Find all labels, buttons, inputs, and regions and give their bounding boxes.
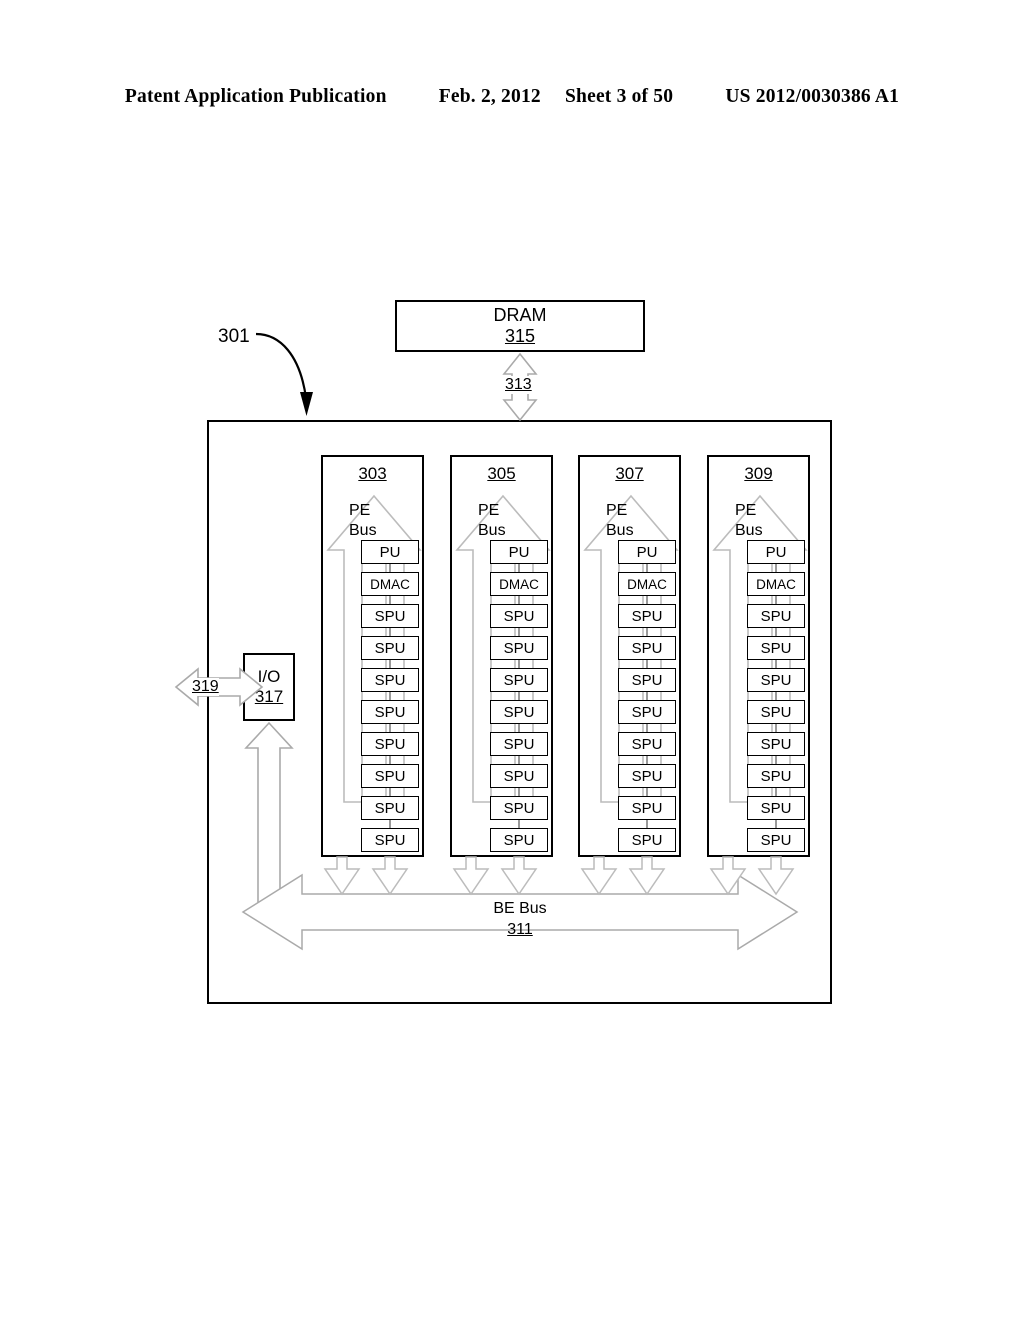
- pe-ref-label: 307: [615, 464, 644, 483]
- pe-unit-dmac: DMAC: [618, 572, 676, 596]
- pe-ref-label: 309: [744, 464, 773, 483]
- pe-unit-spu: SPU: [747, 796, 805, 820]
- pe-bus-label-group: PE Bus: [735, 501, 791, 542]
- pe-unit-spu: SPU: [361, 636, 419, 660]
- system-ref-label: 301: [218, 326, 250, 347]
- publication-date: Feb. 2, 2012: [438, 86, 541, 107]
- pe-unit-spu: SPU: [747, 828, 805, 852]
- pe-bus-label-line1: PE: [735, 502, 757, 519]
- patent-header: Patent Application Publication Feb. 2, 2…: [0, 86, 1024, 108]
- pe-unit-pu: PU: [361, 540, 419, 564]
- pe-unit-spu: SPU: [490, 796, 548, 820]
- pe-unit-spu: SPU: [490, 732, 548, 756]
- pe-unit-spu: SPU: [361, 700, 419, 724]
- pe-unit-spu: SPU: [361, 732, 419, 756]
- pe-bus-label-line2: Bus: [349, 522, 377, 540]
- pe-unit-spu: SPU: [490, 828, 548, 852]
- processor-element-309: 309 PE Bus PU DMAC SPU SPU SPU SPU SPU SPU SPU SPU: [707, 455, 810, 857]
- dram-block: DRAM 315: [395, 300, 645, 352]
- system-leader-arrow: [255, 332, 313, 416]
- pe-unit-spu: SPU: [747, 700, 805, 724]
- pe-unit-spu: SPU: [361, 828, 419, 852]
- pe-bus-label-line1: PE: [606, 502, 628, 519]
- pe-unit-spu: SPU: [361, 764, 419, 788]
- io-ref: 317: [254, 687, 284, 706]
- be-bus-label: BE Bus: [493, 900, 547, 917]
- processor-element-305: 305 PE Bus PU DMAC SPU SPU SPU SPU SPU SPU SPU SPU: [450, 455, 553, 857]
- processor-element-307: 307 PE Bus PU DMAC SPU SPU SPU SPU SPU SPU SPU SPU: [578, 455, 681, 857]
- pe-bus-label-group: PE Bus: [606, 501, 662, 542]
- pe-unit-spu: SPU: [747, 604, 805, 628]
- pe-unit-spu: SPU: [618, 636, 676, 660]
- pe-unit-spu: SPU: [490, 700, 548, 724]
- pe-unit-spu: SPU: [618, 604, 676, 628]
- pe-unit-spu: SPU: [618, 732, 676, 756]
- dram-bus-ref-label: 313: [505, 376, 532, 394]
- pe-unit-spu: SPU: [747, 764, 805, 788]
- dram-label: DRAM: [493, 304, 547, 325]
- pe-unit-spu: SPU: [618, 796, 676, 820]
- be-bus-ref: 311: [507, 920, 533, 938]
- pe-bus-label-line2: Bus: [735, 522, 763, 540]
- pe-unit-spu: SPU: [490, 604, 548, 628]
- processor-element-303: 303 PE Bus PU DMAC SPU SPU SPU SPU SPU SPU SPU SPU: [321, 455, 424, 857]
- pe-unit-spu: SPU: [747, 668, 805, 692]
- publication-label: Patent Application Publication: [124, 86, 387, 107]
- pe-unit-spu: SPU: [490, 636, 548, 660]
- pe-bus-label-line2: Bus: [606, 522, 634, 540]
- pe-unit-pu: PU: [747, 540, 805, 564]
- pe-ref-label: 305: [487, 464, 516, 483]
- pe-unit-spu: SPU: [490, 764, 548, 788]
- be-bus-label-group: BE Bus 311: [430, 899, 610, 941]
- sheet-number: Sheet 3 of 50: [565, 86, 674, 107]
- pe-unit-spu: SPU: [618, 828, 676, 852]
- pe-unit-spu: SPU: [618, 700, 676, 724]
- pe-ref-label: 303: [358, 464, 387, 483]
- pe-unit-spu: SPU: [618, 764, 676, 788]
- pe-unit-spu: SPU: [747, 732, 805, 756]
- pe-unit-spu: SPU: [747, 636, 805, 660]
- pe-unit-pu: PU: [490, 540, 548, 564]
- pe-bus-label-group: PE Bus: [478, 501, 534, 542]
- pe-unit-dmac: DMAC: [747, 572, 805, 596]
- io-external-ref-label: 319: [192, 678, 219, 696]
- pe-unit-spu: SPU: [490, 668, 548, 692]
- pe-bus-label-line1: PE: [478, 502, 500, 519]
- pe-bus-label-group: PE Bus: [349, 501, 405, 542]
- pe-unit-spu: SPU: [361, 604, 419, 628]
- dram-ref: 315: [504, 326, 536, 346]
- pe-unit-dmac: DMAC: [490, 572, 548, 596]
- pe-unit-spu: SPU: [618, 668, 676, 692]
- pe-unit-spu: SPU: [361, 796, 419, 820]
- pe-unit-pu: PU: [618, 540, 676, 564]
- pe-bus-label-line1: PE: [349, 502, 371, 519]
- pe-bus-label-line2: Bus: [478, 522, 506, 540]
- pe-unit-spu: SPU: [361, 668, 419, 692]
- document-number: US 2012/0030386 A1: [725, 86, 900, 107]
- io-label: I/O: [257, 666, 281, 686]
- io-block: I/O 317: [243, 653, 295, 721]
- pe-unit-dmac: DMAC: [361, 572, 419, 596]
